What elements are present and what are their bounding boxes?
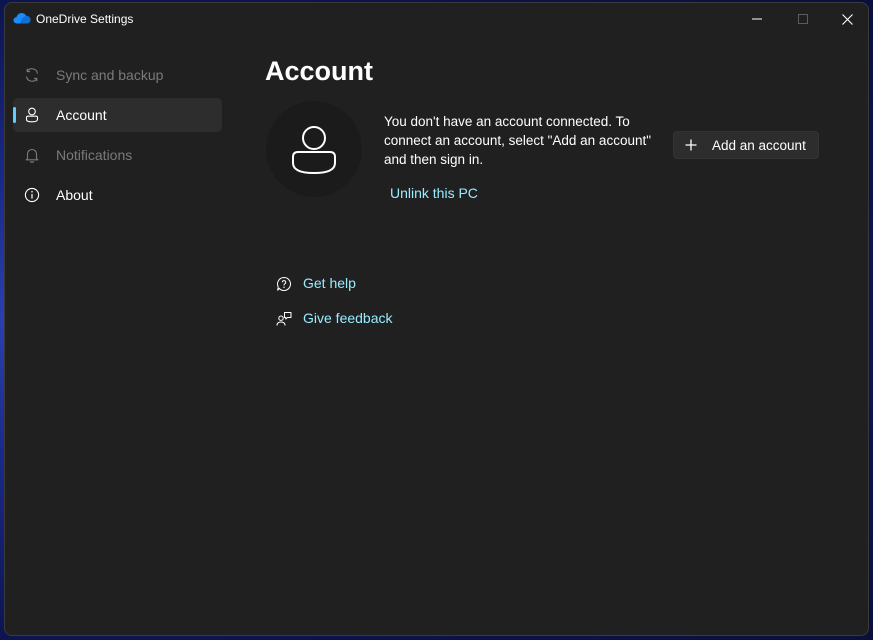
sidebar-item-label: Sync and backup	[56, 67, 164, 83]
sidebar-item-label: Notifications	[56, 147, 133, 163]
window-title: OneDrive Settings	[36, 12, 134, 26]
feedback-icon	[276, 312, 292, 326]
maximize-button[interactable]	[780, 3, 826, 35]
title-bar[interactable]: OneDrive Settings	[5, 3, 868, 35]
sync-icon	[25, 68, 39, 82]
bell-icon	[25, 148, 39, 163]
sidebar-item-account[interactable]: Account	[13, 98, 222, 132]
minimize-icon	[752, 18, 762, 20]
person-icon	[25, 107, 39, 123]
give-feedback-link[interactable]: Give feedback	[275, 309, 415, 329]
give-feedback-label: Give feedback	[303, 310, 393, 326]
close-button[interactable]	[824, 3, 868, 35]
add-account-button[interactable]: Add an account	[673, 131, 819, 159]
plus-icon	[685, 139, 697, 151]
selection-indicator	[13, 107, 16, 123]
page-title: Account	[265, 56, 373, 86]
close-icon	[841, 13, 853, 25]
get-help-link[interactable]: Get help	[275, 274, 395, 294]
info-icon	[24, 187, 40, 203]
sidebar-item-about[interactable]: About	[13, 178, 222, 212]
onedrive-cloud-icon	[13, 13, 31, 24]
sidebar-item-notifications[interactable]: Notifications	[13, 138, 222, 172]
person-placeholder-icon	[292, 126, 336, 175]
add-account-label: Add an account	[712, 138, 806, 153]
sidebar-item-sync-and-backup[interactable]: Sync and backup	[13, 58, 222, 92]
maximize-icon	[798, 14, 808, 24]
sidebar-item-label: About	[56, 187, 93, 203]
account-description: You don't have an account connected. To …	[384, 114, 652, 167]
help-icon	[277, 276, 291, 291]
minimize-button[interactable]	[734, 3, 780, 35]
sidebar-item-label: Account	[56, 107, 107, 123]
unlink-this-pc-link[interactable]: Unlink this PC	[390, 185, 478, 201]
avatar	[266, 101, 362, 197]
onedrive-settings-window: OneDrive Settings Sync and backup Accoun…	[4, 2, 869, 636]
get-help-label: Get help	[303, 275, 356, 291]
